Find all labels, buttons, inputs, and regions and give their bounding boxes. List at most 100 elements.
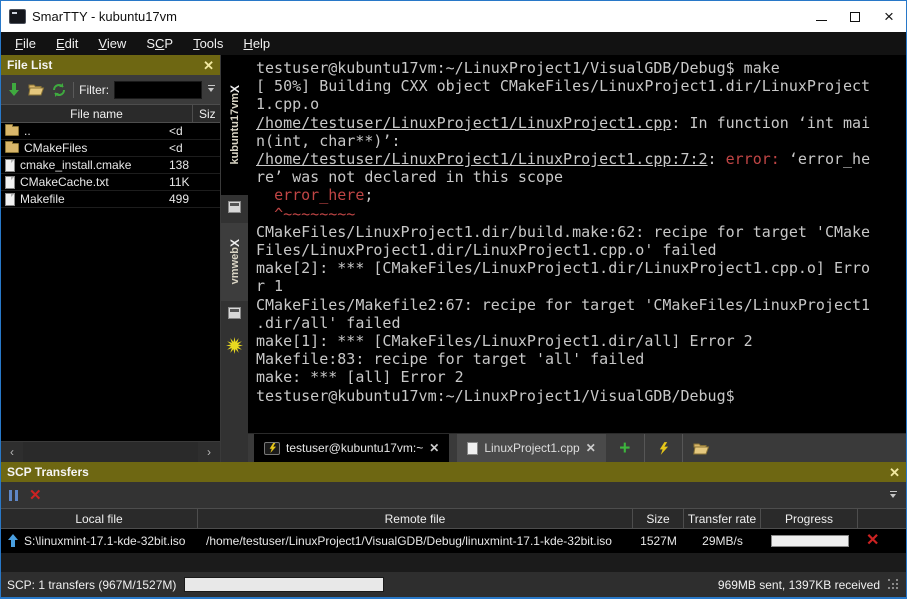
- menu-item-help[interactable]: Help: [233, 34, 280, 53]
- tab-linuxproject1-cpp[interactable]: LinuxProject1.cpp ✕: [457, 434, 605, 462]
- cancel-transfer-icon[interactable]: ✕: [29, 488, 42, 503]
- terminal-line: re’ was not declared in this scope: [256, 168, 906, 186]
- session-tab-close-icon[interactable]: X: [228, 239, 242, 247]
- column-transfer-rate[interactable]: Transfer rate: [684, 509, 761, 528]
- window-title: SmarTTY - kubuntu17vm: [32, 9, 177, 24]
- terminal-line: make: *** [all] Error 2: [256, 368, 906, 386]
- terminal-line: testuser@kubuntu17vm:~/LinuxProject1/Vis…: [256, 59, 906, 77]
- close-button[interactable]: ×: [872, 1, 906, 32]
- file-row[interactable]: Makefile499: [1, 191, 220, 208]
- column-local-file[interactable]: Local file: [1, 509, 198, 528]
- scp-close-icon[interactable]: ✕: [889, 466, 900, 479]
- transfer-row[interactable]: S:\linuxmint-17.1-kde-32bit.iso /home/te…: [1, 529, 906, 553]
- column-progress[interactable]: Progress: [761, 509, 858, 528]
- session-tab-label: vmweb: [229, 247, 241, 284]
- console-window-icon: [228, 307, 241, 319]
- resize-grip[interactable]: [888, 579, 900, 591]
- terminal-tab-bar: testuser@kubuntu17vm:~ ✕ LinuxProject1.c…: [248, 433, 906, 462]
- terminal-line: 1.cpp.o: [256, 95, 906, 113]
- sunburst-icon[interactable]: [226, 337, 243, 359]
- terminal-column: testuser@kubuntu17vm:~/LinuxProject1/Vis…: [248, 55, 906, 462]
- file-name: CMakeFiles: [24, 141, 87, 155]
- menu-item-tools[interactable]: Tools: [183, 34, 233, 53]
- column-file-name[interactable]: File name: [1, 105, 193, 122]
- scp-toolbar: ✕: [1, 482, 906, 508]
- column-spacer: [858, 509, 906, 528]
- file-icon: [5, 176, 15, 189]
- file-list-header: File List ✕: [1, 55, 220, 75]
- tab-label: testuser@kubuntu17vm:~: [286, 441, 423, 455]
- menu-item-edit[interactable]: Edit: [46, 34, 88, 53]
- open-folder-icon: [693, 442, 710, 455]
- refresh-button[interactable]: [50, 82, 68, 98]
- column-size[interactable]: Size: [193, 107, 215, 121]
- download-button[interactable]: [5, 82, 23, 98]
- file-row[interactable]: CMakeCache.txt 11K: [1, 174, 220, 191]
- app-window: SmarTTY - kubuntu17vm × FileEditViewSCPT…: [0, 0, 907, 599]
- scroll-left-icon[interactable]: ‹: [1, 442, 23, 462]
- open-folder-icon: [28, 83, 45, 96]
- file-list-close-icon[interactable]: ✕: [203, 59, 214, 72]
- scroll-right-icon[interactable]: ›: [198, 442, 220, 462]
- quick-command-button[interactable]: [644, 434, 682, 462]
- terminal-line: testuser@kubuntu17vm:~/LinuxProject1/Vis…: [256, 387, 906, 405]
- terminal-line: CMakeFiles/Makefile2:67: recipe for targ…: [256, 296, 906, 314]
- terminal-line: error_here;: [256, 186, 906, 204]
- file-size: 11K: [169, 175, 193, 189]
- session-tab-close-icon[interactable]: X: [228, 85, 242, 93]
- plus-icon: +: [619, 439, 630, 458]
- file-row[interactable]: ..<d: [1, 123, 220, 140]
- file-icon: [5, 159, 15, 172]
- toolbar-separator: [73, 82, 74, 98]
- column-remote-file[interactable]: Remote file: [198, 509, 633, 528]
- file-size: 499: [169, 192, 193, 206]
- document-icon: [467, 442, 478, 455]
- tab-label: LinuxProject1.cpp: [484, 441, 579, 455]
- terminal-line: [ 50%] Building CXX object CMakeFiles/Li…: [256, 77, 906, 95]
- terminal-output[interactable]: testuser@kubuntu17vm:~/LinuxProject1/Vis…: [248, 55, 906, 433]
- transfer-progress-bar: [771, 535, 849, 547]
- menu-item-view[interactable]: View: [88, 34, 136, 53]
- folder-icon: [5, 126, 19, 136]
- menu-item-scp[interactable]: SCP: [136, 34, 183, 53]
- toolbar-overflow-icon[interactable]: [207, 85, 216, 94]
- scp-empty-area: [1, 553, 906, 572]
- new-tab-button[interactable]: +: [606, 434, 644, 462]
- session-tab-vmweb[interactable]: vmwebX: [221, 223, 248, 301]
- refresh-icon: [52, 83, 66, 97]
- window-controls: ×: [804, 1, 906, 32]
- file-row[interactable]: cmake_install.cmake138: [1, 157, 220, 174]
- filter-input[interactable]: [114, 81, 202, 99]
- file-row[interactable]: CMakeFiles<d: [1, 140, 220, 157]
- tab-close-icon[interactable]: ✕: [586, 441, 596, 455]
- menu-bar: FileEditViewSCPToolsHelp: [1, 32, 906, 55]
- file-size: <d: [169, 124, 193, 138]
- terminal-line: Makefile:83: recipe for target 'all' fai…: [256, 350, 906, 368]
- scp-overflow-icon[interactable]: [889, 491, 898, 500]
- scroll-track[interactable]: [23, 442, 198, 462]
- column-size[interactable]: Size: [633, 509, 684, 528]
- file-name: CMakeCache.txt: [20, 175, 109, 189]
- minimize-button[interactable]: [804, 1, 838, 32]
- file-name: cmake_install.cmake: [20, 158, 131, 172]
- open-folder-button[interactable]: [28, 82, 46, 98]
- file-list-panel: File List ✕ Filter: File name: [1, 55, 221, 462]
- menu-item-file[interactable]: File: [5, 34, 46, 53]
- local-file-path: S:\linuxmint-17.1-kde-32bit.iso: [24, 534, 185, 548]
- minimize-icon: [816, 20, 827, 21]
- pause-icon[interactable]: [9, 490, 19, 501]
- maximize-button[interactable]: [838, 1, 872, 32]
- terminal-line: ^~~~~~~~~: [256, 205, 906, 223]
- close-icon: ×: [884, 8, 894, 25]
- lightning-icon: [658, 442, 669, 455]
- tab-close-icon[interactable]: ✕: [429, 441, 439, 455]
- file-list-hscrollbar[interactable]: ‹ ›: [1, 441, 220, 462]
- session-tab-kubuntu17vm[interactable]: kubuntu17vmX: [221, 55, 248, 195]
- terminal-line: make[1]: *** [CMakeFiles/LinuxProject1.d…: [256, 332, 906, 350]
- tab-terminal-session[interactable]: testuser@kubuntu17vm:~ ✕: [254, 434, 449, 462]
- transfer-rate: 29MB/s: [684, 534, 761, 548]
- open-file-button[interactable]: [682, 434, 720, 462]
- cancel-row-icon[interactable]: ✕: [866, 533, 879, 549]
- terminal-line: .dir/all' failed: [256, 314, 906, 332]
- file-rows: ..<dCMakeFiles<dcmake_install.cmake138CM…: [1, 123, 220, 441]
